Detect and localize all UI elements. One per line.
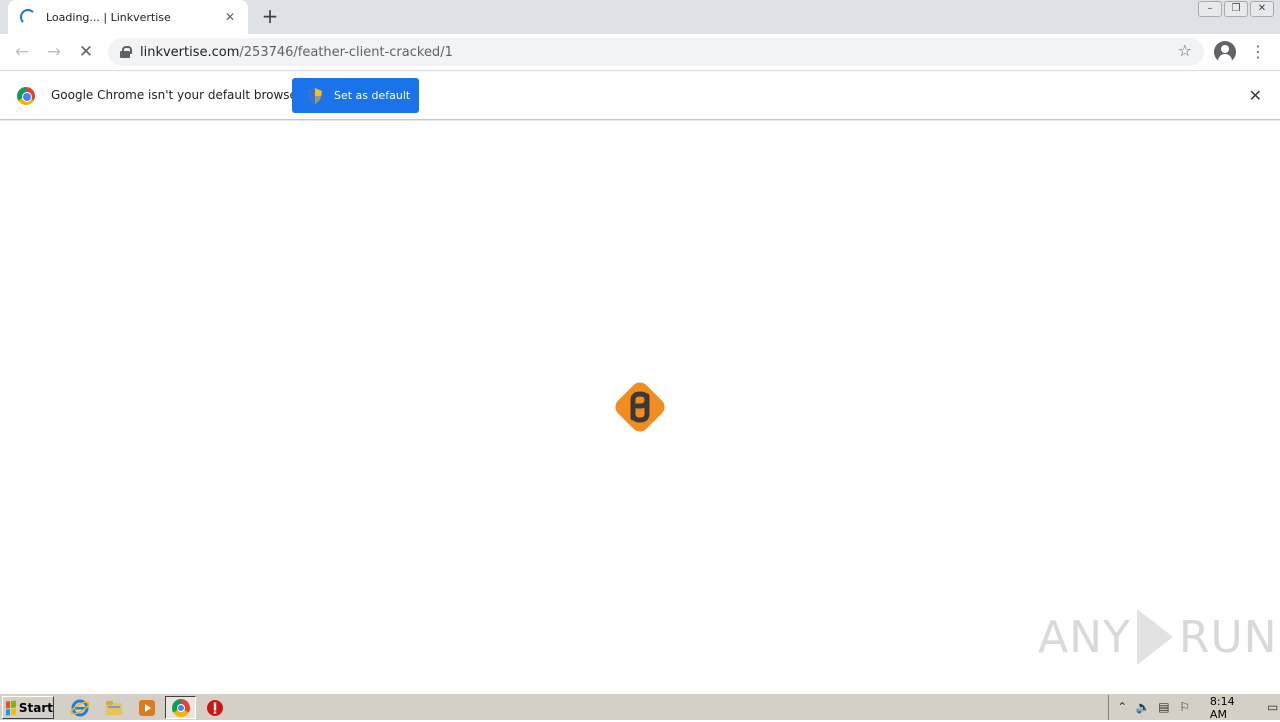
tab-linkvertise[interactable]: Loading... | Linkvertise ✕	[8, 0, 248, 34]
window-controls: – ❐ ✕	[1198, 1, 1274, 17]
anyrun-watermark: ANY RUN	[1038, 609, 1278, 665]
set-as-default-label: Set as default	[334, 89, 411, 102]
clock[interactable]: 8:14 AM	[1210, 695, 1251, 721]
forward-button[interactable]: →	[42, 40, 66, 64]
loading-spinner-icon	[20, 9, 36, 25]
volume-icon[interactable]: 🔈	[1136, 700, 1151, 716]
action-center-flag-icon[interactable]: ⚐	[1177, 700, 1192, 716]
infobar-close-icon[interactable]: ✕	[1249, 86, 1262, 105]
profile-avatar-icon[interactable]	[1214, 41, 1236, 63]
chrome-menu-icon[interactable]: ⋮	[1250, 40, 1266, 64]
chrome-icon	[172, 699, 190, 717]
internet-explorer-icon[interactable]	[70, 698, 90, 718]
stop-loading-button[interactable]: ✕	[74, 40, 98, 64]
page-content: ANY RUN	[0, 121, 1280, 693]
show-hidden-icons-icon[interactable]: ⌃	[1115, 700, 1130, 716]
tab-close-icon[interactable]: ✕	[222, 10, 238, 24]
watermark-play-icon	[1136, 609, 1173, 665]
minimize-button[interactable]: –	[1198, 1, 1222, 17]
folder-icon[interactable]	[104, 698, 124, 718]
watermark-text-right: RUN	[1178, 611, 1278, 663]
url-host: linkvertise.com	[140, 44, 240, 60]
stop-icon[interactable]	[205, 698, 225, 718]
show-desktop-icon[interactable]: ▭	[1265, 700, 1280, 716]
url-text: linkvertise.com/253746/feather-client-cr…	[140, 45, 453, 60]
chrome-logo-icon	[17, 87, 35, 105]
linkvertise-logo-icon	[611, 378, 669, 436]
start-label: Start	[18, 700, 53, 715]
infobar-message: Google Chrome isn't your default browser	[51, 88, 302, 102]
browser-toolbar: ← → ✕ linkvertise.com/253746/feather-cli…	[0, 34, 1280, 71]
windows-taskbar: Start ⌃ 🔈 ▤ ⚐ 8:14 AM ▭	[0, 693, 1280, 721]
lock-icon	[120, 46, 132, 58]
windows-logo-icon	[6, 699, 16, 716]
uac-shield-icon	[308, 87, 322, 104]
restore-button[interactable]: ❐	[1224, 1, 1248, 17]
default-browser-infobar: Google Chrome isn't your default browser…	[0, 72, 1280, 120]
start-button[interactable]: Start	[2, 696, 54, 719]
tab-strip: Loading... | Linkvertise ✕ + – ❐ ✕	[0, 0, 1280, 34]
tab-title: Loading... | Linkvertise	[46, 10, 171, 24]
watermark-text-left: ANY	[1038, 611, 1131, 663]
address-bar[interactable]: linkvertise.com/253746/feather-client-cr…	[108, 38, 1204, 66]
new-tab-button[interactable]: +	[258, 5, 282, 29]
media-player-icon[interactable]	[137, 698, 157, 718]
network-icon[interactable]: ▤	[1157, 700, 1172, 716]
url-path: /253746/feather-client-cracked/1	[239, 44, 453, 60]
system-tray: ⌃ 🔈 ▤ ⚐ 8:14 AM ▭	[1108, 695, 1280, 721]
window-close-button[interactable]: ✕	[1250, 1, 1274, 17]
chrome-taskbar-button[interactable]	[165, 696, 196, 719]
set-as-default-button[interactable]: Set as default	[292, 78, 419, 113]
back-button[interactable]: ←	[10, 40, 34, 64]
bookmark-star-icon[interactable]: ☆	[1178, 41, 1192, 60]
